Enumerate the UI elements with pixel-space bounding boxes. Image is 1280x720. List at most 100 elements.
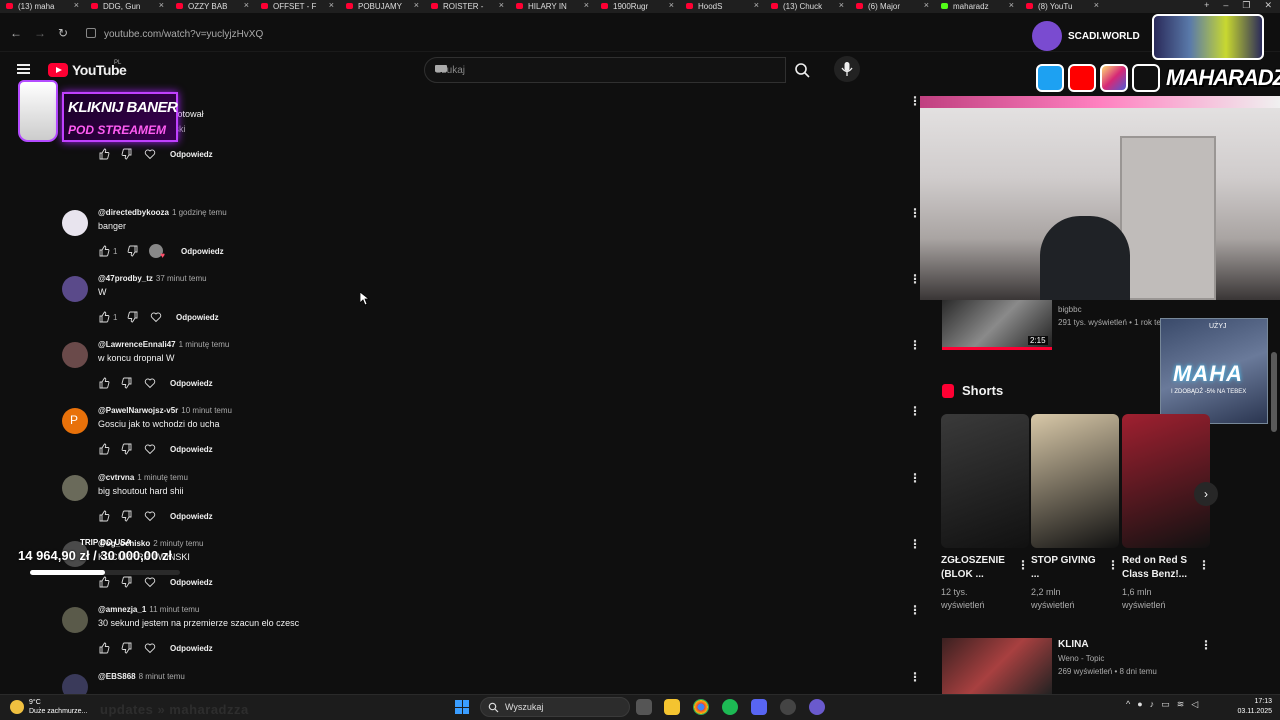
comment-avatar[interactable] <box>62 210 88 236</box>
reply-button[interactable]: Odpowiedz <box>170 150 213 159</box>
site-info-icon[interactable] <box>86 28 96 38</box>
browser-tab[interactable]: (13) Chuck × <box>765 0 850 13</box>
heart-icon[interactable] <box>144 377 156 389</box>
comment-more-icon[interactable] <box>907 272 921 288</box>
app-icon[interactable] <box>809 699 825 715</box>
reload-icon[interactable]: ↻ <box>58 26 68 40</box>
start-button[interactable] <box>455 700 469 714</box>
dislike-icon[interactable] <box>127 311 139 323</box>
tab-close-icon[interactable]: × <box>584 0 589 10</box>
comment-author[interactable]: @PawelNarwojsz-v5r <box>98 406 178 415</box>
comment-more-icon[interactable] <box>907 94 921 110</box>
browser-tab[interactable]: (13) maha × <box>0 0 85 13</box>
short-title[interactable]: STOP GIVING ... <box>1031 554 1105 582</box>
browser-tab[interactable]: OFFSET - F × <box>255 0 340 13</box>
like-icon[interactable] <box>98 510 110 522</box>
browser-tab[interactable]: 1900Rugr × <box>595 0 680 13</box>
short-title[interactable]: ZGŁOSZENIE (BLOK ... <box>941 554 1015 582</box>
reply-button[interactable]: Odpowiedz <box>176 313 219 322</box>
like-icon[interactable] <box>98 148 110 160</box>
browser-tab[interactable]: ROISTER - × <box>425 0 510 13</box>
restore-icon[interactable]: ❐ <box>1242 0 1250 11</box>
comment-time[interactable]: 37 minut temu <box>156 274 207 283</box>
comment-avatar[interactable] <box>62 342 88 368</box>
comment-time[interactable]: 11 minut temu <box>149 605 199 614</box>
comment-avatar[interactable]: P <box>62 408 88 434</box>
short-thumbnail[interactable] <box>941 414 1029 548</box>
tray-volume-icon[interactable]: ◁ <box>1191 699 1198 710</box>
comment-author[interactable]: @cvtrvna <box>98 473 134 482</box>
comment-more-icon[interactable] <box>907 670 921 686</box>
taskbar-search[interactable]: Wyszukaj <box>480 697 630 717</box>
obs-icon[interactable] <box>780 699 796 715</box>
tab-close-icon[interactable]: × <box>329 0 334 10</box>
tab-close-icon[interactable]: × <box>414 0 419 10</box>
comment-time[interactable]: 8 minut temu <box>139 672 185 681</box>
chrome-icon[interactable] <box>693 699 709 715</box>
short-item[interactable]: Red on Red S Class Benz!... 1,6 mln wyświ… <box>1122 414 1210 610</box>
tray-discord-icon[interactable]: ● <box>1137 699 1142 710</box>
short-more-icon[interactable]: ⋮ <box>1017 558 1029 572</box>
heart-icon[interactable] <box>144 148 156 160</box>
dislike-icon[interactable] <box>121 443 133 455</box>
like-icon[interactable] <box>98 443 110 455</box>
tab-close-icon[interactable]: × <box>754 0 759 10</box>
tab-close-icon[interactable]: × <box>499 0 504 10</box>
comment-author[interactable]: @amnezja_1 <box>98 605 146 614</box>
klina-thumbnail[interactable] <box>942 638 1052 694</box>
comment-avatar[interactable] <box>62 276 88 302</box>
tray-chevron-icon[interactable]: ^ <box>1126 699 1130 710</box>
heart-icon[interactable] <box>144 642 156 654</box>
comment-avatar[interactable] <box>62 475 88 501</box>
comment-author[interactable]: @directedbykooza <box>98 208 169 217</box>
tab-close-icon[interactable]: × <box>1009 0 1014 10</box>
comment-author[interactable]: @47prodby_tz <box>98 274 153 283</box>
search-input[interactable]: Szukaj <box>424 57 786 83</box>
klina-more-icon[interactable]: ⋮ <box>1200 638 1212 652</box>
scrollbar[interactable] <box>1271 352 1277 432</box>
reply-button[interactable]: Odpowiedz <box>170 644 213 653</box>
reply-button[interactable]: Odpowiedz <box>170 512 213 521</box>
comment-more-icon[interactable] <box>907 206 921 222</box>
browser-tab[interactable]: (6) Major × <box>850 0 935 13</box>
close-window-icon[interactable]: ✕ <box>1264 0 1272 11</box>
short-thumbnail[interactable] <box>1031 414 1119 548</box>
browser-tab[interactable]: POBUJAMY × <box>340 0 425 13</box>
browser-tab[interactable]: maharadz × <box>935 0 1020 13</box>
related-video-klina[interactable]: KLINA Weno - Topic 269 wyświetleń • 8 dn… <box>942 638 1222 698</box>
short-thumbnail[interactable] <box>1122 414 1210 548</box>
dislike-icon[interactable] <box>121 377 133 389</box>
browser-tab[interactable]: HoodS × <box>680 0 765 13</box>
short-title[interactable]: Red on Red S Class Benz!... <box>1122 554 1196 582</box>
file-explorer-icon[interactable] <box>664 699 680 715</box>
comment-author[interactable]: @EBS868 <box>98 672 136 681</box>
heart-icon[interactable] <box>144 443 156 455</box>
url-text[interactable]: youtube.com/watch?v=yuclyjzHvXQ <box>104 29 263 40</box>
tab-close-icon[interactable]: × <box>74 0 79 10</box>
comment-time[interactable]: 1 minutę temu <box>137 473 188 482</box>
forward-icon[interactable]: → <box>34 26 46 40</box>
like-icon[interactable] <box>98 377 110 389</box>
comment-more-icon[interactable] <box>907 404 921 420</box>
comment-more-icon[interactable] <box>907 338 921 354</box>
reply-button[interactable]: Odpowiedz <box>170 578 213 587</box>
tab-close-icon[interactable]: × <box>669 0 674 10</box>
browser-tab[interactable]: DDG, Gun × <box>85 0 170 13</box>
weather-widget[interactable]: 9°C Duże zachmurze... <box>10 698 87 716</box>
like-icon[interactable] <box>98 642 110 654</box>
task-view-icon[interactable] <box>636 699 652 715</box>
voice-search-button[interactable] <box>834 56 860 82</box>
taskbar-clock[interactable]: 17:13 03.11.2025 <box>1226 697 1272 717</box>
short-more-icon[interactable]: ⋮ <box>1198 558 1210 572</box>
minimize-icon[interactable]: – <box>1223 0 1228 11</box>
klina-title[interactable]: KLINA <box>1058 639 1089 650</box>
browser-tab[interactable]: HILARY IN × <box>510 0 595 13</box>
reply-button[interactable]: Odpowiedz <box>170 379 213 388</box>
related-channel[interactable]: bigbbc <box>1058 305 1082 314</box>
tab-close-icon[interactable]: × <box>839 0 844 10</box>
comment-time[interactable]: 10 minut temu <box>181 406 232 415</box>
like-icon[interactable] <box>98 311 110 323</box>
keyboard-icon[interactable] <box>435 65 447 72</box>
browser-tab[interactable]: OZZY BAB × <box>170 0 255 13</box>
comment-author[interactable]: @LawrenceEnnali47 <box>98 340 176 349</box>
